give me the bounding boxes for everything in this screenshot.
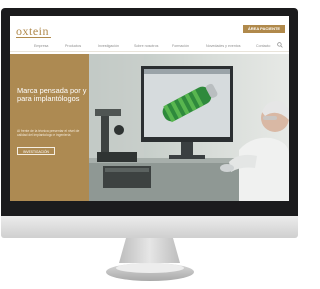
nav-item-empresa[interactable]: Empresa	[34, 44, 48, 48]
patient-area-button[interactable]: ÁREA PACIENTE	[243, 25, 285, 33]
logo-underline	[16, 37, 51, 38]
nav-item-novedades[interactable]: Novedades y eventos	[206, 44, 241, 48]
header-divider	[10, 51, 289, 52]
monitor: oxtein ÁREA PACIENTE Empresa Productos I…	[0, 0, 299, 289]
hero-section: Marca pensada por y para implantólogos A…	[10, 54, 289, 201]
lab-photo	[89, 54, 289, 201]
nav-item-investigacion[interactable]: Investigación	[98, 44, 119, 48]
hero-title: Marca pensada por y para implantólogos	[17, 86, 87, 104]
nav-item-productos[interactable]: Productos	[65, 44, 81, 48]
hero-panel: Marca pensada por y para implantólogos A…	[10, 54, 89, 201]
website-screen: oxtein ÁREA PACIENTE Empresa Productos I…	[10, 16, 289, 201]
site-header: oxtein ÁREA PACIENTE Empresa Productos I…	[10, 16, 289, 50]
research-button[interactable]: INVESTIGACIÓN	[17, 147, 55, 155]
nav-item-contacto[interactable]: Contacto	[256, 44, 270, 48]
nav-item-sobre-nosotros[interactable]: Sobre nosotros	[134, 44, 158, 48]
search-icon[interactable]	[277, 42, 283, 48]
main-nav: Empresa Productos Investigación Sobre no…	[10, 42, 289, 50]
hero-description: Al frente de la técnica presentar el niv…	[17, 129, 80, 138]
nav-item-formacion[interactable]: Formación	[172, 44, 189, 48]
